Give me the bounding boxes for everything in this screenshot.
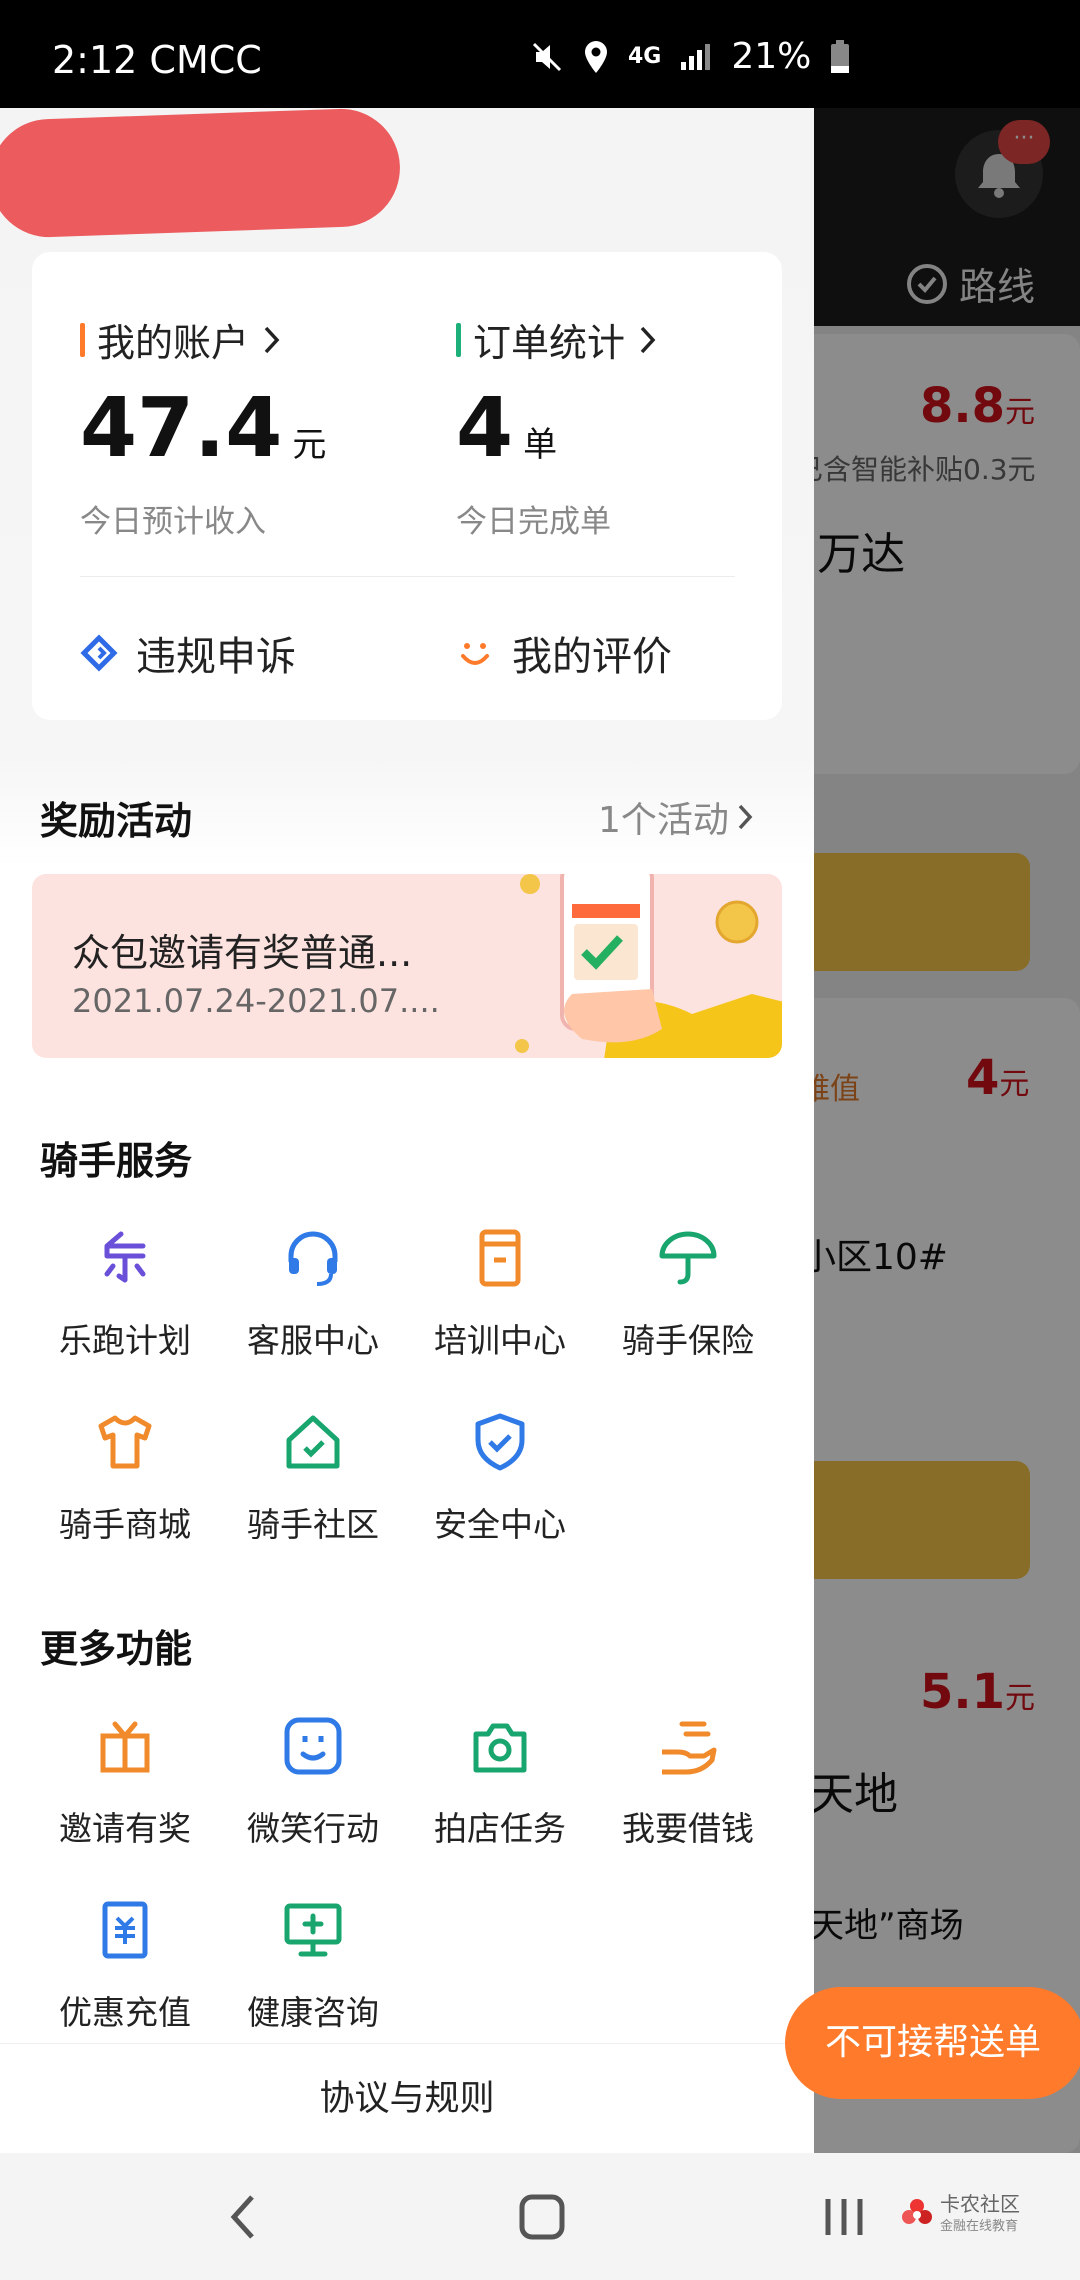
account-title: 我的账户 <box>97 321 250 365</box>
account-income-desc: 今日预计收入 <box>80 504 266 540</box>
appeal-label: 违规申诉 <box>136 634 296 680</box>
account-accent-bar <box>80 322 85 357</box>
feature-label: 健康咨询 <box>247 1993 379 2032</box>
cannot-accept-help-delivery-button[interactable]: 不可接帮送单 <box>785 1987 1080 2099</box>
my-rating-button[interactable]: 我的评价 <box>456 624 672 682</box>
book-icon <box>479 1229 521 1287</box>
battery-percent: 21% <box>731 36 812 77</box>
chevron-right-icon <box>264 326 280 353</box>
feature-label: 拍店任务 <box>434 1809 566 1848</box>
umbrella-icon <box>659 1231 717 1285</box>
tshirt-icon <box>98 1415 152 1469</box>
system-nav-bar: 卡农社区 金融在线教育 <box>0 2153 1080 2280</box>
orders-count-unit: 单 <box>523 425 558 465</box>
more-features-title: 更多功能 <box>40 1627 193 1671</box>
le-run-icon <box>104 1231 146 1283</box>
signal-icon <box>681 43 711 70</box>
home-nav-icon[interactable] <box>518 2189 566 2245</box>
service-customer-center[interactable]: 客服中心 <box>233 1226 393 1362</box>
appeal-icon <box>80 634 118 672</box>
service-label: 骑手商城 <box>59 1505 191 1544</box>
house-icon <box>286 1415 340 1469</box>
my-rating-label: 我的评价 <box>512 634 672 680</box>
account-summary-card: 我的账户 47.4 元 今日预计收入 订单统计 4 单 今日完成单 违规申诉 我… <box>32 252 782 720</box>
status-icons: 4G 21% <box>530 36 851 77</box>
reward-activity-banner[interactable]: 众包邀请有奖普通... 2021.07.24-2021.07.... <box>32 874 782 1058</box>
feature-store-photo-task[interactable]: 拍店任务 <box>420 1714 580 1850</box>
gift-icon <box>100 1721 150 1773</box>
phone-hand-illustration-icon <box>515 874 782 1058</box>
feature-smile-action[interactable]: 微笑行动 <box>233 1714 393 1850</box>
hand-money-icon <box>662 1721 717 1775</box>
feature-label: 邀请有奖 <box>59 1809 191 1848</box>
feature-borrow-money[interactable]: 我要借钱 <box>608 1714 768 1850</box>
rider-services-title: 骑手服务 <box>40 1139 193 1183</box>
feature-discount-recharge[interactable]: 优惠充值 <box>45 1898 205 2034</box>
service-label: 安全中心 <box>434 1505 566 1544</box>
service-label: 客服中心 <box>247 1321 379 1360</box>
orders-count-desc: 今日完成单 <box>456 504 611 540</box>
face-icon <box>284 1717 342 1775</box>
status-bar: 2:12 CMCC 4G 21% <box>0 0 1080 108</box>
service-label: 骑手保险 <box>622 1321 754 1360</box>
orders-accent-bar <box>456 322 461 357</box>
chevron-right-icon <box>640 326 656 353</box>
service-rider-insurance[interactable]: 骑手保险 <box>608 1226 768 1362</box>
account-income-unit: 元 <box>292 425 327 465</box>
rewards-count-link[interactable]: 1个活动 <box>598 791 753 843</box>
service-le-run-plan[interactable]: 乐跑计划 <box>45 1226 205 1362</box>
order-stat[interactable]: 订单统计 4 单 今日完成单 <box>456 312 657 541</box>
battery-icon <box>831 39 850 73</box>
agreement-rules-link[interactable]: 协议与规则 <box>0 2043 814 2153</box>
recent-apps-nav-icon[interactable] <box>822 2189 866 2245</box>
feature-label: 我要借钱 <box>622 1809 754 1848</box>
smile-icon <box>461 643 489 665</box>
network-type: 4G <box>628 44 662 69</box>
service-rider-mall[interactable]: 骑手商城 <box>45 1410 205 1546</box>
mute-icon <box>532 42 562 71</box>
status-time: 2:12 CMCC <box>52 38 262 82</box>
orders-title: 订单统计 <box>473 321 626 365</box>
chevron-right-icon <box>738 804 753 830</box>
feature-label: 微笑行动 <box>247 1809 379 1848</box>
rewards-count: 1个活动 <box>598 800 729 841</box>
feature-health-consult[interactable]: 健康咨询 <box>233 1898 393 2034</box>
camera-icon <box>473 1723 527 1773</box>
watermark-title: 卡农社区 <box>940 2192 1020 2216</box>
watermark-logo: 卡农社区 金融在线教育 <box>900 2193 1020 2234</box>
recharge-icon <box>102 1901 148 1959</box>
my-account-stat[interactable]: 我的账户 47.4 元 今日预计收入 <box>80 312 326 541</box>
redacted-username <box>0 108 402 240</box>
watermark-flower-icon <box>902 2198 932 2224</box>
location-icon <box>585 40 607 73</box>
watermark-subtitle: 金融在线教育 <box>940 2219 1019 2234</box>
side-drawer: 我的账户 47.4 元 今日预计收入 订单统计 4 单 今日完成单 违规申诉 我… <box>0 108 814 2153</box>
account-income-value: 47.4 <box>80 381 283 476</box>
shield-icon <box>475 1413 525 1471</box>
appeal-button[interactable]: 违规申诉 <box>80 624 296 682</box>
service-training-center[interactable]: 培训中心 <box>420 1226 580 1362</box>
service-rider-community[interactable]: 骑手社区 <box>233 1410 393 1546</box>
health-icon <box>284 1903 342 1957</box>
back-nav-icon[interactable] <box>222 2189 262 2245</box>
service-label: 骑手社区 <box>247 1505 379 1544</box>
feature-label: 优惠充值 <box>59 1993 191 2032</box>
feature-invite-reward[interactable]: 邀请有奖 <box>45 1714 205 1850</box>
card-divider <box>80 576 735 577</box>
banner-date: 2021.07.24-2021.07.... <box>72 982 440 1020</box>
headset-icon <box>288 1231 338 1286</box>
service-safety-center[interactable]: 安全中心 <box>420 1410 580 1546</box>
rewards-section-title: 奖励活动 <box>40 799 193 843</box>
service-label: 乐跑计划 <box>59 1321 191 1360</box>
banner-title: 众包邀请有奖普通... <box>72 931 413 975</box>
orders-count-value: 4 <box>456 381 514 476</box>
service-label: 培训中心 <box>434 1321 566 1360</box>
